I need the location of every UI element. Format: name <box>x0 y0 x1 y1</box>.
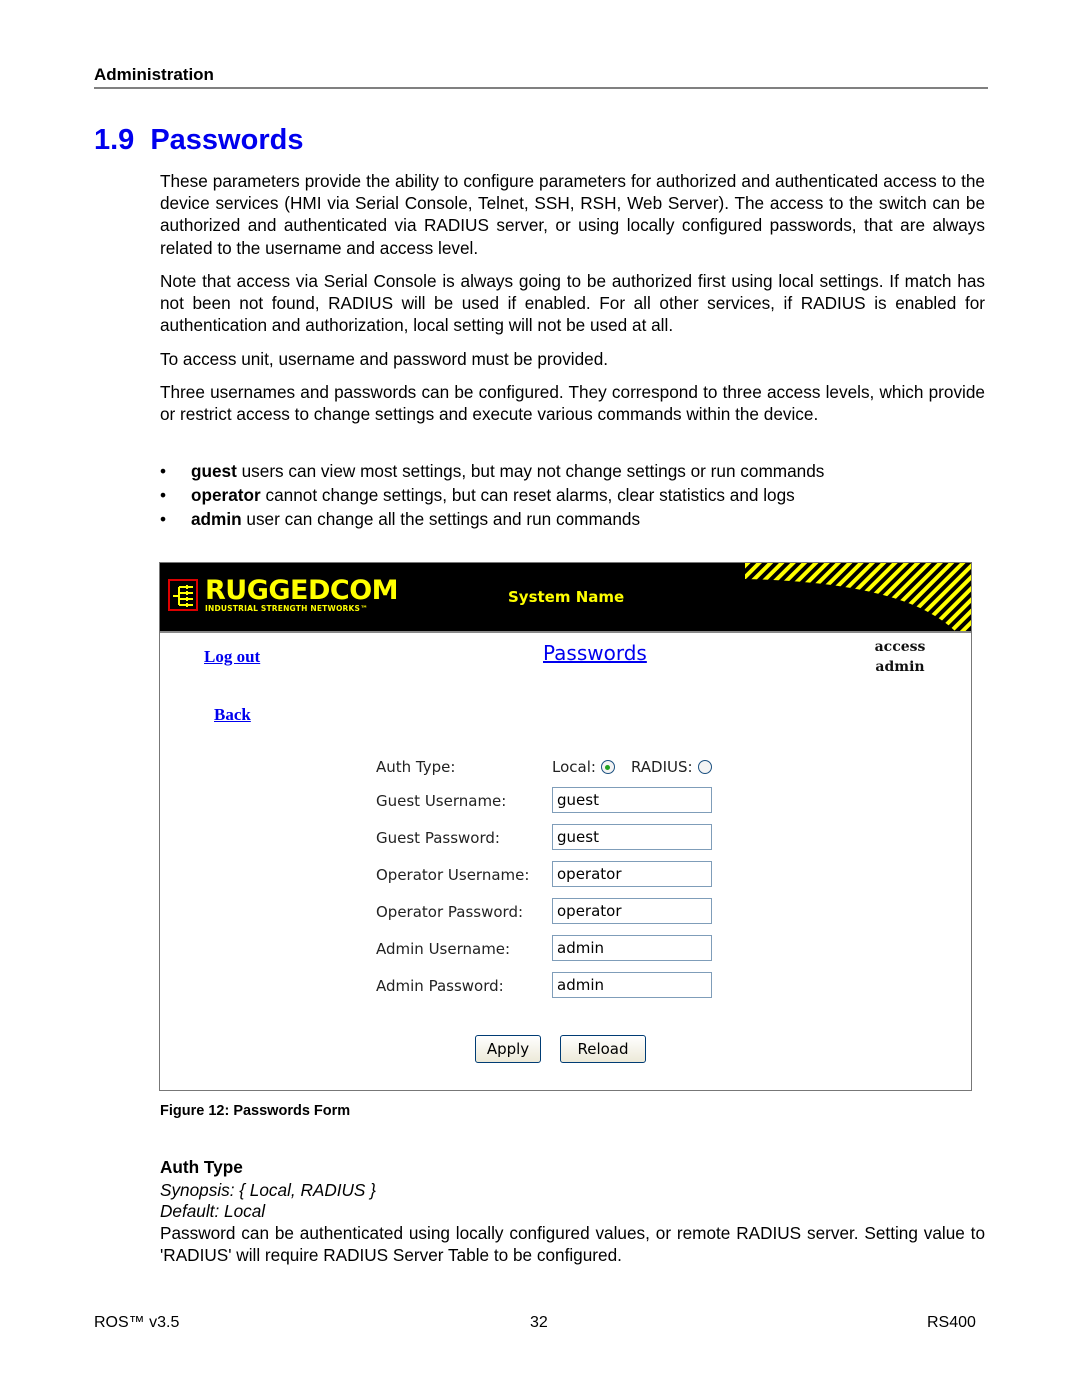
section-number: 1.9 <box>94 124 135 156</box>
bullet-term: operator <box>191 485 261 505</box>
list-item-operator: • operator cannot change settings, but ca… <box>160 483 824 507</box>
admin-username-input[interactable]: admin <box>552 935 712 961</box>
operator-username-input[interactable]: operator <box>552 861 712 887</box>
access-level-list: • guest users can view most settings, but… <box>160 459 824 531</box>
passwords-form-screenshot: RUGGEDCOM INDUSTRIAL STRENGTH NETWORKS™ … <box>159 562 972 1091</box>
access-levels-paragraph: Three usernames and passwords can be con… <box>160 382 985 425</box>
guest-password-label: Guest Password: <box>376 829 500 847</box>
bullet-text: user can change all the settings and run… <box>241 509 641 529</box>
network-tree-icon <box>168 579 198 611</box>
access-label: access <box>874 639 926 655</box>
bullet-icon: • <box>160 485 167 505</box>
apply-button[interactable]: Apply <box>475 1035 541 1063</box>
brand-name: RUGGEDCOM <box>205 575 399 606</box>
bullet-icon: • <box>160 461 167 481</box>
section-title: 1.9 Passwords <box>94 124 303 157</box>
guest-password-input[interactable]: guest <box>552 824 712 850</box>
admin-password-input[interactable]: admin <box>552 972 712 998</box>
parameter-synopsis: Synopsis: { Local, RADIUS } <box>160 1180 376 1200</box>
guest-username-input[interactable]: guest <box>552 787 712 813</box>
intro-paragraph: These parameters provide the ability to … <box>160 171 985 258</box>
guest-username-label: Guest Username: <box>376 792 507 810</box>
auth-type-label: Auth Type: <box>376 758 456 776</box>
access-level-indicator: access admin <box>860 637 940 677</box>
serial-console-note-paragraph: Note that access via Serial Console is a… <box>160 271 985 336</box>
access-level: admin <box>875 659 925 675</box>
back-link[interactable]: Back <box>214 705 251 725</box>
hazard-stripe-graphic <box>745 563 971 631</box>
operator-password-input[interactable]: operator <box>552 898 712 924</box>
banner: RUGGEDCOM INDUSTRIAL STRENGTH NETWORKS™ … <box>160 563 971 633</box>
radio-radius-label: RADIUS: <box>630 758 693 776</box>
admin-password-label: Admin Password: <box>376 977 504 995</box>
reload-button[interactable]: Reload <box>560 1035 646 1063</box>
radio-radius[interactable] <box>697 760 712 774</box>
operator-password-label: Operator Password: <box>376 903 524 921</box>
parameter-description: Password can be authenticated using loca… <box>160 1223 985 1266</box>
footer-model: RS400 <box>927 1314 976 1331</box>
section-title-text: Passwords <box>150 124 304 156</box>
operator-username-label: Operator Username: <box>376 866 530 884</box>
header-divider <box>94 87 988 89</box>
list-item-admin: • admin user can change all the settings … <box>160 507 824 531</box>
bullet-icon: • <box>160 509 167 529</box>
page-heading-link[interactable]: Passwords <box>543 641 647 665</box>
bullet-term: guest <box>191 461 237 481</box>
access-requirement-paragraph: To access unit, username and password mu… <box>160 349 609 369</box>
logout-link[interactable]: Log out <box>204 647 260 667</box>
parameter-default: Default: Local <box>160 1201 266 1221</box>
brand-tagline: INDUSTRIAL STRENGTH NETWORKS™ <box>205 604 368 613</box>
running-header: Administration <box>94 65 214 84</box>
system-name: System Name <box>508 588 625 606</box>
auth-type-radio-group: Local: RADIUS: <box>552 758 712 776</box>
footer-page-number: 32 <box>530 1314 548 1331</box>
figure-caption: Figure 12: Passwords Form <box>160 1103 351 1119</box>
bullet-term: admin <box>191 509 242 529</box>
radio-local[interactable] <box>600 760 615 774</box>
admin-username-label: Admin Username: <box>376 940 511 958</box>
radio-local-label: Local: <box>552 758 596 776</box>
list-item-guest: • guest users can view most settings, but… <box>160 459 824 483</box>
bullet-text: users can view most settings, but may no… <box>236 461 825 481</box>
bullet-text: cannot change settings, but can reset al… <box>260 485 795 505</box>
footer-product-version: ROS™ v3.5 <box>94 1314 180 1331</box>
parameter-name: Auth Type <box>160 1157 243 1177</box>
